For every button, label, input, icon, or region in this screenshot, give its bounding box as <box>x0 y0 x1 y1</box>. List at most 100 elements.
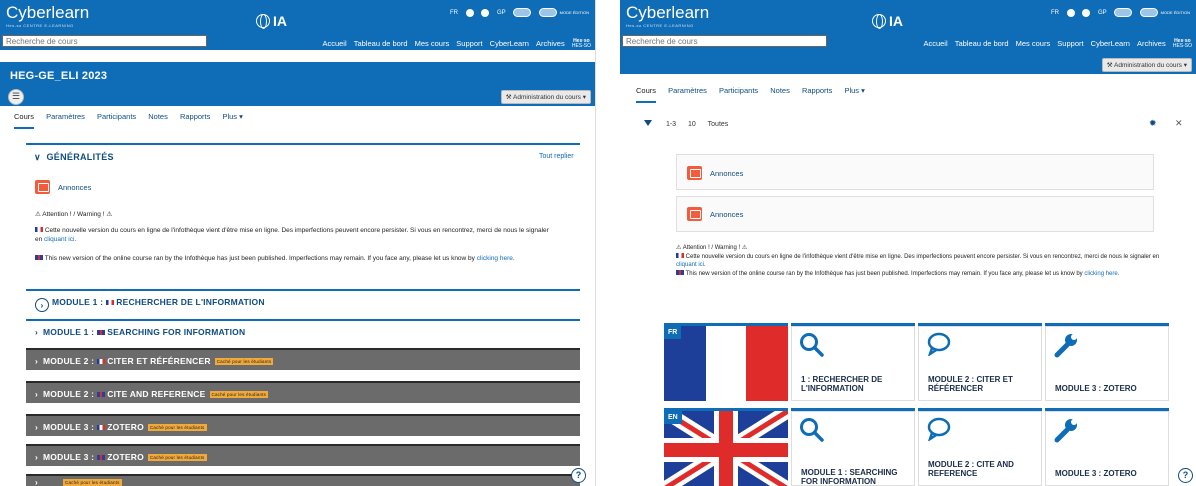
nav-cyberlearn[interactable]: CyberLearn <box>1091 39 1130 48</box>
tab-plus[interactable]: Plus ▾ <box>222 112 242 121</box>
mode-toggle[interactable] <box>513 8 532 17</box>
edit-mode-toggle[interactable] <box>538 8 557 17</box>
tab-parametres[interactable]: Paramètres <box>46 112 85 121</box>
announcements-link-1[interactable]: Annonces <box>710 169 743 178</box>
filter-icon[interactable] <box>644 120 652 126</box>
module-3-fr-row[interactable]: › MODULE 3 : ZOTERO Caché pour les étudian… <box>26 414 580 436</box>
wrench-icon <box>1054 334 1077 358</box>
nav-archives[interactable]: Archives <box>536 39 565 48</box>
nav-archives[interactable]: Archives <box>1137 39 1166 48</box>
nav-mes-cours[interactable]: Mes cours <box>1016 39 1051 48</box>
tab-parametres[interactable]: Paramètres <box>668 86 707 95</box>
tile-module-3-fr[interactable]: MODULE 3 : ZOTERO <box>1045 323 1169 401</box>
nav-hesso[interactable]: Hes·so HES-SO <box>572 39 591 49</box>
course-admin-button[interactable]: ⚒ Administration du cours ▾ <box>500 90 591 104</box>
report-link-fr[interactable]: cliquant ici <box>676 262 704 268</box>
filter-all[interactable]: Toutes <box>708 121 729 128</box>
report-link-en[interactable]: clicking here <box>1084 271 1117 277</box>
nav-accueil[interactable]: Accueil <box>923 39 947 48</box>
messages-icon[interactable] <box>481 8 490 17</box>
gear-icon[interactable]: ✹ <box>1149 118 1157 129</box>
site-logo[interactable]: Cyberlearn <box>626 4 709 22</box>
filter-count[interactable]: 10 <box>688 121 696 128</box>
notifications-icon[interactable] <box>1066 8 1075 17</box>
left-pane: Cyberlearn Hes-so CENTRE E-LEARNING IA F… <box>0 0 596 486</box>
report-link-en[interactable]: clicking here <box>477 255 513 262</box>
french-flag-tile[interactable]: FR <box>664 323 788 401</box>
module-1-en-row[interactable]: › MODULE 1 : SEARCHING FOR INFORMATION <box>26 319 580 341</box>
nav-tableau-de-bord[interactable]: Tableau de bord <box>354 39 408 48</box>
nav-mes-cours[interactable]: Mes cours <box>415 39 450 48</box>
announcements-icon[interactable] <box>35 180 50 194</box>
nav-support[interactable]: Support <box>1057 39 1083 48</box>
site-logo[interactable]: Cyberlearn <box>6 4 89 22</box>
tab-plus[interactable]: Plus ▾ <box>844 86 864 95</box>
filter-range[interactable]: 1-3 <box>666 121 676 128</box>
tab-notes[interactable]: Notes <box>770 86 790 95</box>
announcements-icon[interactable] <box>687 166 702 180</box>
course-header: ⚒ Administration du cours ▾ <box>620 50 1196 74</box>
tab-plus-label: Plus <box>844 86 860 95</box>
module-hidden-row[interactable]: › Caché pour les étudiants <box>26 474 580 486</box>
globe-icon <box>256 14 270 29</box>
module-title: ZOTERO <box>107 452 144 462</box>
module-2-fr-row[interactable]: › MODULE 2 : CITER ET RÉFÉRENCER Caché pou… <box>26 348 580 370</box>
language-menu[interactable]: FR <box>450 10 458 16</box>
mode-toggle[interactable] <box>1114 8 1133 17</box>
report-link-fr[interactable]: cliquant ici <box>44 236 74 243</box>
wrench-icon <box>1054 419 1077 443</box>
section-generalites-toggle[interactable]: ∨ GÉNÉRALITÉS <box>34 152 114 163</box>
tile-module-3-en[interactable]: MODULE 3 : ZOTERO <box>1045 408 1169 486</box>
module-1-fr-row[interactable]: › MODULE 1 : RECHERCHER DE L'INFORMATION <box>26 289 580 312</box>
course-index-drawer-button[interactable]: ☰ <box>8 89 24 105</box>
warning-heading: ⚠ Attention ! / Warning ! ⚠ <box>676 245 748 251</box>
tab-cours[interactable]: Cours <box>14 112 35 129</box>
help-button[interactable]: ? <box>571 468 586 483</box>
uk-flag-tile[interactable]: EN <box>664 408 788 486</box>
notifications-icon[interactable] <box>465 8 474 17</box>
warning-text-en: This new version of the online course ra… <box>35 254 555 263</box>
announcements-link-2[interactable]: Annonces <box>710 210 743 219</box>
announcements-link[interactable]: Annonces <box>58 183 91 192</box>
nav-accueil[interactable]: Accueil <box>322 39 346 48</box>
nav-cyberlearn[interactable]: CyberLearn <box>490 39 529 48</box>
user-menu[interactable]: GP <box>1098 10 1107 16</box>
tile-module-1-fr[interactable]: 1 : RECHERCHER DE L'INFORMATION <box>791 323 915 401</box>
ia-brand[interactable]: IA <box>256 13 287 29</box>
announcements-icon[interactable] <box>687 207 702 221</box>
messages-icon[interactable] <box>1082 8 1091 17</box>
section-title: GÉNÉRALITÉS <box>46 152 114 162</box>
language-menu[interactable]: FR <box>1051 10 1059 16</box>
module-2-en-row[interactable]: › MODULE 2 : CITE AND REFERENCE Caché pour… <box>26 381 580 403</box>
tile-lang-code: EN <box>664 411 682 424</box>
tile-module-2-en[interactable]: MODULE 2 : CITE AND REFERENCE <box>918 408 1042 486</box>
course-admin-button[interactable]: ⚒ Administration du cours ▾ <box>1101 58 1192 72</box>
edit-mode-toggle[interactable] <box>1139 8 1158 17</box>
close-icon[interactable]: ✕ <box>1175 118 1183 129</box>
tab-participants[interactable]: Participants <box>719 86 758 95</box>
chat-bubble-icon <box>927 417 951 441</box>
module-3-en-row[interactable]: › MODULE 3 : ZOTERO Caché pour les étudian… <box>26 444 580 466</box>
tab-participants[interactable]: Participants <box>97 112 136 121</box>
user-menu[interactable]: GP <box>497 10 506 16</box>
globe-icon <box>872 14 886 29</box>
tab-cours[interactable]: Cours <box>636 86 657 103</box>
nav-support[interactable]: Support <box>456 39 482 48</box>
hidden-badge: Caché pour les étudiants <box>147 424 207 431</box>
nav-tableau-de-bord[interactable]: Tableau de bord <box>955 39 1009 48</box>
collapse-all-link[interactable]: Tout replier <box>539 153 574 160</box>
course-search-input[interactable] <box>2 35 207 47</box>
ia-brand[interactable]: IA <box>872 13 903 29</box>
nav-hesso[interactable]: Hes·so HES-SO <box>1173 39 1192 49</box>
chat-bubble-icon <box>927 332 951 356</box>
tile-module-1-en[interactable]: MODULE 1 : SEARCHING FOR INFORMATION <box>791 408 915 486</box>
course-tabs: Cours Paramètres Participants Notes Rapp… <box>14 112 253 129</box>
tab-rapports[interactable]: Rapports <box>180 112 210 121</box>
help-button[interactable]: ? <box>1178 468 1193 483</box>
tile-module-2-fr[interactable]: MODULE 2 : CITER ET RÉFÉRENCER <box>918 323 1042 401</box>
course-search-input[interactable] <box>622 35 827 47</box>
tab-notes[interactable]: Notes <box>148 112 168 121</box>
edit-mode-label: MODE ÉDITION <box>559 9 589 15</box>
tab-rapports[interactable]: Rapports <box>802 86 832 95</box>
tile-label: MODULE 3 : ZOTERO <box>1055 384 1137 393</box>
